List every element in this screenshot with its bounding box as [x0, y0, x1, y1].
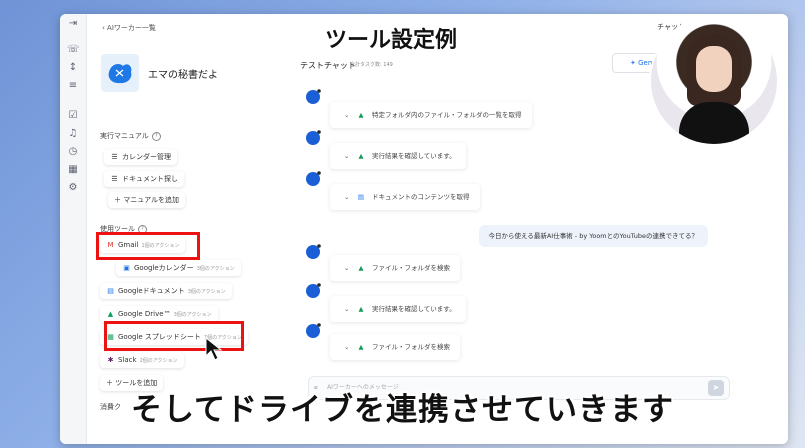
grid-icon[interactable]: ▦	[67, 164, 79, 176]
tool-action-count: 3個のアクション	[187, 289, 226, 295]
step-item[interactable]: ⌄ ▲ ファイル・フォルダを検索	[330, 334, 460, 360]
plus-icon: ＋	[114, 196, 121, 204]
back-link-label: AIワーカー一覧	[107, 24, 156, 32]
tool-action-count: 3個のアクション	[173, 312, 212, 318]
add-manual-label: マニュアルを追加	[123, 196, 180, 204]
step-text: ドキュメントのコンテンツを取得	[372, 193, 470, 201]
agent-message-avatar	[306, 324, 320, 338]
chat-title: テストチャット	[300, 61, 356, 70]
docs-icon: ▤	[107, 287, 114, 295]
drive-icon: ▲	[358, 264, 364, 272]
agent-message-avatar	[306, 245, 320, 259]
gemini-icon: ✦	[630, 59, 636, 67]
agent-message-avatar	[306, 90, 320, 104]
step-text: 実行結果を確認しています。	[372, 305, 456, 313]
collapse-sidebar-icon[interactable]: ⇥	[67, 18, 79, 30]
drive-icon: ▲	[358, 152, 364, 160]
manual-item-label: ドキュメント探し	[122, 175, 178, 183]
icon-rail: ⇥ ☏ ↕ ≡ ☑ ♫ ◷ ▦ ⚙	[60, 14, 87, 444]
chevron-down-icon: ⌄	[344, 111, 350, 119]
tool-action-count: 3個のアクション	[196, 266, 235, 272]
clock-icon[interactable]: ◷	[67, 146, 79, 158]
database-icon[interactable]: ≡	[67, 80, 79, 92]
tool-name: Google Drive™	[118, 310, 171, 318]
step-text: 実行結果を確認しています。	[372, 152, 456, 160]
overlay-title: ツール設定例	[325, 28, 458, 53]
left-panel: ‹ AIワーカー一覧 エマの秘書だよ 実行マニュアル? ☰ カレンダー管理 ☰ ドキ…	[86, 14, 300, 444]
manuals-section-label: 実行マニュアル?	[100, 131, 161, 141]
manuals-section-text: 実行マニュアル	[100, 132, 149, 140]
tool-name: Googleドキュメント	[118, 287, 185, 295]
slack-icon: ✱	[107, 356, 114, 364]
back-link[interactable]: ‹ AIワーカー一覧	[102, 23, 156, 33]
agent-message-avatar	[306, 172, 320, 186]
tool-action-count: 2個のアクション	[139, 358, 178, 364]
drive-icon: ▲	[107, 310, 114, 318]
webcam-body	[679, 102, 749, 144]
drive-icon: ▲	[358, 343, 364, 351]
transfer-icon[interactable]: ↕	[67, 62, 79, 74]
help-icon[interactable]: ?	[151, 131, 161, 141]
manual-item-calendar[interactable]: ☰ カレンダー管理	[104, 149, 177, 165]
webcam-face	[696, 46, 732, 92]
step-item[interactable]: ⌄ ▲ 実行結果を確認しています。	[330, 143, 466, 169]
chevron-down-icon: ⌄	[344, 264, 350, 272]
chevron-left-icon: ‹	[102, 24, 105, 32]
list-icon: ☰	[111, 175, 118, 183]
phone-icon[interactable]: ☏	[67, 44, 80, 56]
step-item[interactable]: ⌄ ▲ ファイル・フォルダを検索	[330, 255, 460, 281]
agent-name: エマの秘書だよ	[148, 70, 218, 81]
agent-message-avatar	[306, 131, 320, 145]
drive-icon: ▲	[358, 111, 364, 119]
chevron-down-icon: ⌄	[344, 305, 350, 313]
tool-item-slack[interactable]: ✱ Slack 2個のアクション	[100, 352, 184, 368]
docs-icon: ▤	[357, 193, 365, 201]
bell-icon[interactable]: ♫	[67, 128, 79, 140]
highlight-box-gmail	[96, 232, 200, 260]
tool-item-docs[interactable]: ▤ Googleドキュメント 3個のアクション	[100, 283, 232, 299]
step-item[interactable]: ⌄ ▤ ドキュメントのコンテンツを取得	[330, 184, 480, 210]
manual-item-label: カレンダー管理	[122, 153, 171, 161]
tool-name: Googleカレンダー	[134, 264, 194, 272]
drive-icon: ▲	[358, 305, 364, 313]
cursor-icon	[205, 336, 223, 361]
add-manual-button[interactable]: ＋ マニュアルを追加	[108, 192, 186, 208]
step-item[interactable]: ⌄ ▲ 特定フォルダ内のファイル・フォルダの一覧を取得	[330, 102, 532, 128]
video-subtitle: そしてドライブを連携させていきます	[130, 392, 675, 428]
user-message: 今日から使える最新AI仕事術 - by YoomとのYouTubeの連携できてる…	[478, 225, 708, 247]
step-text: 特定フォルダ内のファイル・フォルダの一覧を取得	[372, 111, 522, 119]
presenter-webcam	[649, 16, 779, 146]
tool-item-drive[interactable]: ▲ Google Drive™ 3個のアクション	[100, 306, 218, 322]
tool-name: Slack	[118, 356, 137, 364]
gear-icon[interactable]: ⚙	[67, 182, 79, 194]
tool-item-calendar[interactable]: ▣ Googleカレンダー 3個のアクション	[116, 260, 241, 276]
task-icon[interactable]: ☑	[67, 110, 79, 122]
task-count: 合計タスク数: 149	[350, 62, 393, 68]
agent-message-avatar	[306, 284, 320, 298]
step-item[interactable]: ⌄ ▲ 実行結果を確認しています。	[330, 296, 466, 322]
calendar-icon: ▣	[123, 264, 130, 272]
manual-item-doc[interactable]: ☰ ドキュメント探し	[104, 171, 184, 187]
chevron-down-icon: ⌄	[344, 193, 350, 201]
chevron-down-icon: ⌄	[344, 343, 350, 351]
list-icon: ☰	[111, 153, 118, 161]
step-text: ファイル・フォルダを検索	[372, 264, 450, 272]
agent-avatar	[101, 54, 139, 92]
chevron-down-icon: ⌄	[344, 152, 350, 160]
bird-icon	[108, 64, 132, 84]
step-text: ファイル・フォルダを検索	[372, 343, 450, 351]
